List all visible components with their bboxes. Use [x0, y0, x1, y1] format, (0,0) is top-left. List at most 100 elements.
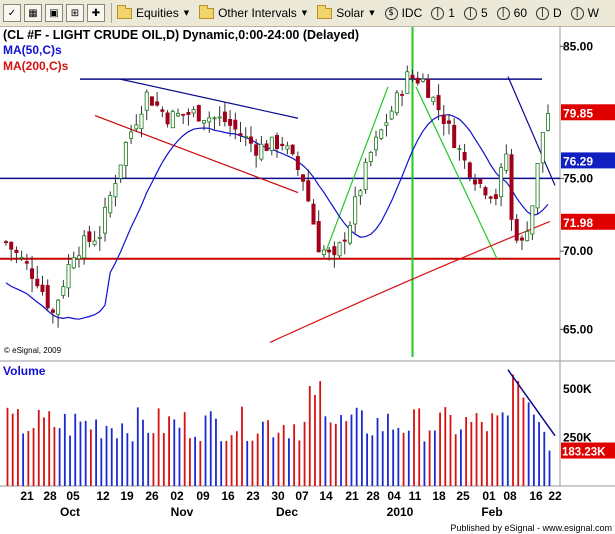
candle: [540, 132, 545, 164]
x-tick-label: 05: [66, 489, 80, 503]
candle: [222, 111, 227, 122]
x-tick-label: 23: [246, 489, 260, 503]
price-tag-label: 79.85: [563, 106, 593, 120]
chart-area[interactable]: 85.00 75.00 70.00 65.00 79.85 76.29 71.98 500K 2…: [0, 27, 615, 534]
candle: [134, 124, 139, 130]
candle: [363, 161, 368, 190]
settings-icon[interactable]: ✚: [87, 4, 105, 22]
candle: [35, 278, 40, 287]
volume-tick-label: 250K: [563, 431, 592, 445]
month-label: Oct: [60, 505, 80, 519]
interval-w-button[interactable]: | W: [570, 6, 599, 20]
idc-button[interactable]: $ IDC: [384, 6, 422, 20]
candle: [238, 133, 243, 136]
candle: [139, 113, 144, 130]
x-tick-label: 28: [366, 489, 380, 503]
candle: [4, 241, 9, 244]
candle: [264, 143, 269, 152]
price-tick-label: 65.00: [563, 322, 593, 336]
candle: [306, 180, 311, 202]
candle: [97, 236, 102, 239]
interval-d-button[interactable]: | D: [536, 6, 562, 20]
price-tick-label: 85.00: [563, 39, 593, 53]
candle: [92, 240, 97, 246]
x-tick-label: 28: [43, 489, 57, 503]
candle: [170, 111, 175, 129]
volume-tag-label: 183.23K: [562, 447, 606, 459]
candle: [337, 242, 342, 257]
x-tick-label: 22: [548, 489, 562, 503]
candle: [415, 77, 420, 84]
candle: [217, 116, 222, 119]
x-tick-label: 04: [387, 489, 401, 503]
interval-5-button[interactable]: | 5: [463, 6, 488, 20]
month-label: Dec: [276, 505, 298, 519]
interval-60-button[interactable]: | 60: [496, 6, 527, 20]
chart-title: (CL #F - LIGHT CRUDE OIL,D) Dynamic,0:00…: [3, 28, 359, 42]
candle: [175, 112, 180, 117]
candle: [546, 113, 551, 131]
price-tick-label: 70.00: [563, 244, 593, 258]
equities-dropdown[interactable]: Equities ▼: [117, 4, 189, 20]
x-tick-label: 09: [196, 489, 210, 503]
candle: [358, 190, 363, 197]
candle: [327, 249, 332, 253]
candle: [368, 152, 373, 162]
candle: [285, 145, 290, 150]
candle: [493, 194, 498, 200]
candle: [446, 120, 451, 124]
candle: [509, 154, 514, 220]
candle: [452, 124, 457, 148]
candle: [462, 151, 467, 161]
candle: [410, 74, 415, 79]
interval-1-button[interactable]: | 1: [431, 6, 455, 20]
equities-label: Equities: [136, 6, 179, 20]
candle: [14, 249, 19, 253]
candle: [191, 109, 196, 114]
chevron-down-icon: ▼: [301, 9, 308, 17]
x-tick-label: 16: [221, 489, 235, 503]
candle: [535, 163, 540, 209]
candle: [499, 167, 504, 198]
candle: [478, 178, 483, 184]
checkbox-icon[interactable]: ✓: [3, 4, 21, 22]
month-label: Feb: [481, 505, 502, 519]
candle: [457, 148, 462, 150]
window-icon[interactable]: ▣: [45, 4, 63, 22]
candle: [473, 179, 478, 185]
candle: [332, 246, 337, 256]
candle: [9, 241, 14, 250]
intervals-label: Other Intervals: [218, 6, 297, 20]
candle: [24, 261, 29, 264]
x-tick-label: 19: [120, 489, 134, 503]
intervals-dropdown[interactable]: Other Intervals ▼: [199, 4, 308, 20]
x-tick-label: 02: [170, 489, 184, 503]
chevron-down-icon: ▼: [369, 9, 375, 17]
candle: [441, 114, 446, 124]
symbol-icon[interactable]: ⊞: [66, 4, 84, 22]
candle: [155, 101, 160, 106]
candle: [181, 113, 186, 116]
candle: [233, 119, 238, 130]
dollar-icon: $: [384, 6, 398, 20]
candle: [389, 110, 394, 120]
x-tick-label: 01: [482, 489, 496, 503]
x-tick-label: 18: [432, 489, 446, 503]
x-tick-label: 14: [319, 489, 333, 503]
candle: [301, 174, 306, 182]
solar-dropdown[interactable]: Solar ▼: [317, 4, 375, 20]
candle: [488, 196, 493, 199]
toolbar-divider: [111, 3, 112, 23]
candle: [400, 94, 405, 96]
candle: [61, 286, 66, 296]
candle: [311, 203, 316, 225]
candle: [374, 136, 379, 151]
candle: [50, 309, 55, 313]
price-tick-label: 75.00: [563, 171, 593, 185]
interval-icon: |: [570, 6, 584, 20]
candle: [295, 156, 300, 170]
candle: [347, 225, 352, 244]
interval-60-label: 60: [513, 6, 527, 20]
grid-icon[interactable]: ▦: [24, 4, 42, 22]
candle: [40, 284, 45, 292]
